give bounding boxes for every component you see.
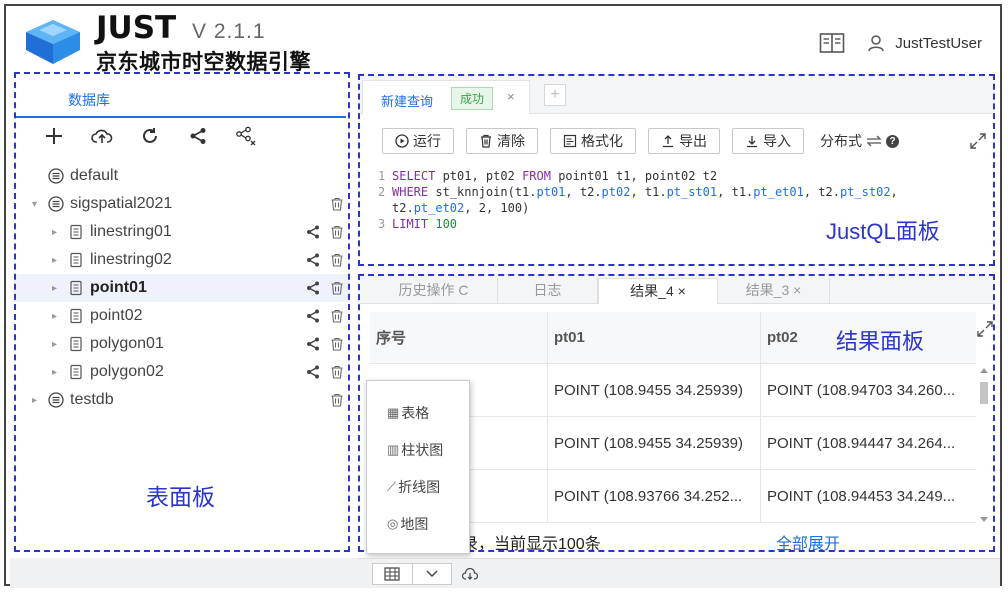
- app-name: JUST: [96, 10, 177, 46]
- line-chart-option[interactable]: ⟋ 折线图: [387, 477, 440, 497]
- bar-chart-icon: ▥: [387, 442, 400, 457]
- view-switcher[interactable]: [372, 563, 452, 585]
- username[interactable]: JustTestUser: [895, 35, 982, 52]
- view-type-menu: ▦ 表格 ▥ 柱状图 ⟋ 折线图 ◎ 地图: [366, 380, 470, 554]
- table-panel-outline: [14, 72, 350, 552]
- result-status-bar: [358, 558, 1000, 588]
- app-version: V 2.1.1: [192, 20, 266, 43]
- map-option[interactable]: ◎ 地图: [387, 514, 428, 534]
- cloud-download-icon[interactable]: [462, 567, 478, 581]
- user-icon[interactable]: [867, 34, 885, 52]
- docs-book-icon[interactable]: [819, 32, 845, 54]
- table-view-option[interactable]: ▦ 表格: [387, 403, 429, 423]
- app-header: JUST V 2.1.1 京东城市时空数据引擎 JustTestUser: [6, 6, 1000, 76]
- just-logo-icon: [26, 20, 80, 64]
- justql-panel-outline: [358, 74, 995, 266]
- app-window: JUST V 2.1.1 京东城市时空数据引擎 JustTestUser 数据库: [4, 4, 1002, 588]
- menu-item-label: 地图: [400, 516, 429, 532]
- map-icon: ◎: [387, 516, 399, 531]
- table-view-icon: ▦: [387, 405, 400, 420]
- menu-item-label: 表格: [401, 405, 430, 421]
- bar-chart-option[interactable]: ▥ 柱状图: [387, 440, 443, 460]
- line-chart-icon: ⟋: [387, 479, 397, 494]
- chevron-down-icon[interactable]: [413, 564, 452, 584]
- left-status-bar: [10, 558, 358, 588]
- menu-item-label: 柱状图: [401, 442, 444, 458]
- menu-item-label: 折线图: [398, 479, 441, 495]
- table-view-icon[interactable]: [373, 564, 413, 584]
